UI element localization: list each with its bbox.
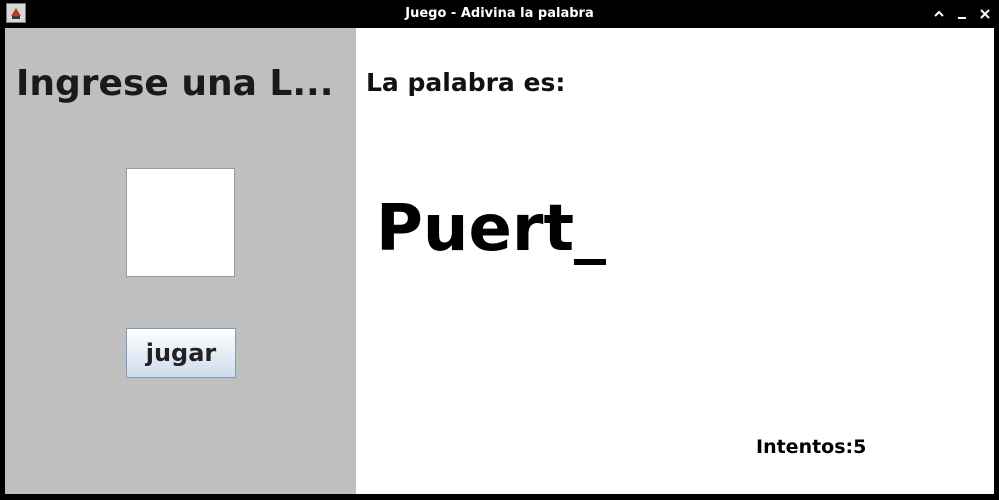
maximize-icon[interactable]: [930, 5, 948, 23]
content-area: Ingrese una L... jugar La palabra es: Pu…: [5, 28, 994, 494]
hidden-word-display: Puert_: [376, 192, 607, 266]
attempts-counter: Intentos:5: [756, 436, 866, 458]
attempts-value: 5: [853, 436, 867, 458]
letter-prompt-label: Ingrese una L...: [16, 63, 334, 104]
word-heading: La palabra es:: [366, 68, 566, 97]
attempts-label: Intentos:: [756, 436, 854, 458]
input-panel: Ingrese una L... jugar: [5, 28, 356, 494]
title-bar[interactable]: Juego - Adivina la palabra: [0, 0, 999, 28]
window-title: Juego - Adivina la palabra: [405, 6, 594, 21]
app-window: Juego - Adivina la palabra Ingrese una L…: [0, 0, 999, 500]
word-panel: La palabra es: Puert_ Intentos:5: [356, 28, 994, 494]
letter-input[interactable]: [126, 168, 235, 277]
close-icon[interactable]: [976, 5, 994, 23]
minimize-icon[interactable]: [953, 5, 971, 23]
play-button[interactable]: jugar: [126, 328, 236, 378]
